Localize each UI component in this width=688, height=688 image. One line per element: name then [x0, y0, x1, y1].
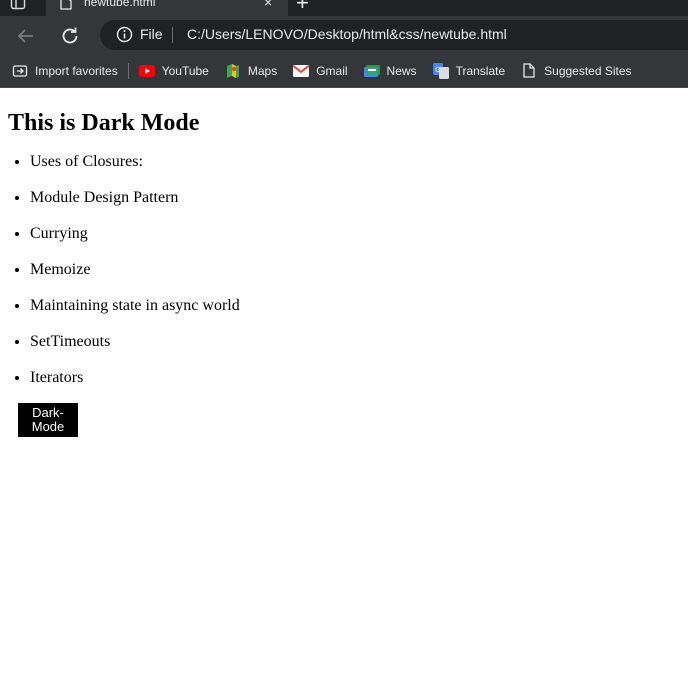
bookmark-suggested-sites[interactable]: Suggested Sites	[521, 63, 632, 79]
divider	[127, 62, 129, 79]
bookmark-label: YouTube	[161, 63, 209, 78]
translate-icon: G	[432, 62, 449, 79]
bookmark-label: Maps	[247, 63, 278, 78]
bookmark-label: Import favorites	[35, 63, 118, 78]
bookmarks-bar: Import favorites YouTube Maps Gmail News…	[0, 54, 688, 88]
back-arrow-icon[interactable]	[14, 24, 38, 48]
new-tab-button[interactable]: +	[296, 0, 309, 14]
list-item: SetTimeouts	[30, 333, 688, 351]
bookmark-import-favorites[interactable]: Import favorites	[12, 63, 118, 79]
bookmark-youtube[interactable]: YouTube	[138, 63, 209, 79]
tab-actions-icon[interactable]	[10, 0, 26, 10]
youtube-icon	[138, 63, 155, 79]
tab-title: newtube.html	[84, 0, 156, 9]
bookmark-label: Suggested Sites	[544, 63, 632, 78]
close-icon[interactable]: ×	[264, 0, 272, 10]
bookmark-label: News	[386, 63, 417, 78]
document-icon	[60, 0, 72, 15]
tab-strip: newtube.html × +	[0, 0, 688, 16]
list-item: Uses of Closures:	[30, 153, 688, 171]
reload-icon[interactable]	[58, 24, 82, 48]
dark-mode-button[interactable]: Dark-Mode	[18, 403, 78, 437]
tab-newtube[interactable]: newtube.html ×	[46, 0, 288, 16]
list-item: Currying	[30, 225, 688, 243]
url-text[interactable]: C:/Users/LENOVO/Desktop/html&css/newtube…	[187, 26, 507, 42]
scheme-label[interactable]: File	[140, 26, 163, 42]
page-icon	[521, 63, 537, 79]
toolbar: File C:/Users/LENOVO/Desktop/html&css/ne…	[0, 16, 688, 54]
page-heading: This is Dark Mode	[8, 110, 200, 136]
import-icon	[12, 63, 28, 79]
svg-text:G: G	[435, 66, 440, 74]
info-icon[interactable]	[116, 26, 133, 48]
divider	[172, 27, 173, 43]
list-item: Iterators	[30, 369, 688, 387]
address-bar[interactable]: File C:/Users/LENOVO/Desktop/html&css/ne…	[100, 20, 688, 50]
news-icon	[363, 63, 380, 79]
bookmark-maps[interactable]: Maps	[225, 63, 277, 79]
closures-list: Uses of Closures: Module Design Pattern …	[8, 153, 688, 387]
gmail-icon	[293, 63, 310, 79]
maps-icon	[225, 63, 241, 79]
list-item: Maintaining state in async world	[30, 297, 688, 315]
page-content: This is Dark Mode Uses of Closures: Modu…	[0, 109, 688, 437]
bookmark-label: Translate	[455, 63, 506, 78]
bookmark-label: Gmail	[316, 63, 348, 78]
list-item: Memoize	[30, 261, 688, 279]
bookmark-news[interactable]: News	[363, 63, 417, 79]
bookmark-translate[interactable]: G Translate	[432, 62, 506, 79]
list-item: Module Design Pattern	[30, 189, 688, 207]
bookmark-gmail[interactable]: Gmail	[293, 63, 348, 79]
